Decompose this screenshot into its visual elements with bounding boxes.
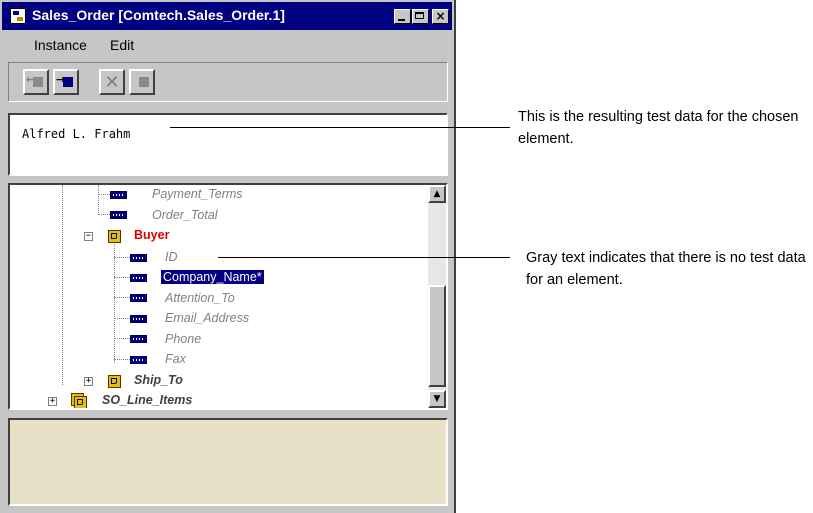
element-icon: [110, 191, 127, 199]
tree-connector: [98, 185, 99, 215]
collapse-toggle[interactable]: −: [84, 232, 93, 241]
detail-panel: [8, 418, 448, 506]
element-icon: [130, 315, 147, 323]
element-icon: [110, 211, 127, 219]
tree-connector: [62, 185, 63, 385]
tree-node-company-name[interactable]: Company_Name*: [161, 270, 264, 284]
tree-connector: [114, 277, 130, 278]
tree-node-so-line-items[interactable]: SO_Line_Items: [102, 393, 192, 407]
import-button[interactable]: ←: [23, 69, 49, 95]
app-icon[interactable]: [10, 8, 26, 24]
group-icon: [108, 375, 121, 388]
close-button[interactable]: ×: [432, 9, 449, 24]
menu-instance[interactable]: Instance: [34, 37, 87, 53]
element-icon: [130, 254, 147, 262]
tree-node-buyer[interactable]: Buyer: [134, 228, 169, 242]
test-data-value: Alfred L. Frahm: [22, 127, 131, 141]
tree-node-payment-terms[interactable]: Payment_Terms: [152, 187, 243, 201]
test-data-value-field[interactable]: Alfred L. Frahm: [8, 113, 448, 176]
copy-button[interactable]: [129, 69, 155, 95]
callout-gray-text: Gray text indicates that there is no tes…: [526, 250, 806, 288]
tree-connector: [114, 241, 115, 363]
tree-connector: [114, 297, 130, 298]
toolbar: ← → ✕: [8, 62, 448, 102]
element-tree: Payment_Terms Order_Total − Buyer ID Com…: [8, 183, 448, 410]
tree-connector: [98, 214, 110, 215]
expand-toggle[interactable]: +: [84, 377, 93, 386]
expand-toggle[interactable]: +: [48, 397, 57, 406]
scroll-up-button[interactable]: ▲: [428, 185, 446, 203]
callout-line-gray: [218, 257, 510, 258]
tree-node-email-address[interactable]: Email_Address: [165, 311, 249, 325]
multi-group-icon: [74, 396, 87, 408]
maximize-button[interactable]: [412, 9, 429, 24]
callout-test-data: This is the resulting test data for the …: [518, 109, 799, 147]
element-icon: [130, 274, 147, 282]
menu-bar: Instance Edit: [2, 30, 452, 58]
tree-scrollbar[interactable]: ▲ ▼: [428, 185, 446, 408]
tree-connector: [114, 257, 130, 258]
tree-node-id[interactable]: ID: [165, 250, 178, 264]
window-title: Sales_Order [Comtech.Sales_Order.1]: [32, 7, 285, 23]
tree-node-order-total[interactable]: Order_Total: [152, 208, 218, 222]
tree-node-phone[interactable]: Phone: [165, 332, 201, 346]
export-button[interactable]: →: [53, 69, 79, 95]
tree-connector: [98, 194, 110, 195]
callout-line-value: [170, 127, 510, 128]
title-bar[interactable]: Sales_Order [Comtech.Sales_Order.1] ×: [2, 2, 452, 30]
delete-icon: ✕: [104, 72, 120, 92]
tree-connector: [114, 338, 130, 339]
tree-node-fax[interactable]: Fax: [165, 352, 186, 366]
scroll-thumb[interactable]: [428, 285, 446, 387]
element-icon: [130, 356, 147, 364]
menu-edit[interactable]: Edit: [110, 37, 134, 53]
tree-connector: [114, 359, 130, 360]
group-icon: [108, 230, 121, 243]
element-icon: [130, 294, 147, 302]
copy-icon: [139, 77, 149, 87]
tree-node-ship-to[interactable]: Ship_To: [134, 373, 183, 387]
scroll-down-button[interactable]: ▼: [428, 390, 446, 408]
tree-connector: [114, 318, 130, 319]
tree-node-attention-to[interactable]: Attention_To: [165, 291, 235, 305]
minimize-button[interactable]: [394, 9, 411, 24]
element-icon: [130, 335, 147, 343]
delete-button[interactable]: ✕: [99, 69, 125, 95]
